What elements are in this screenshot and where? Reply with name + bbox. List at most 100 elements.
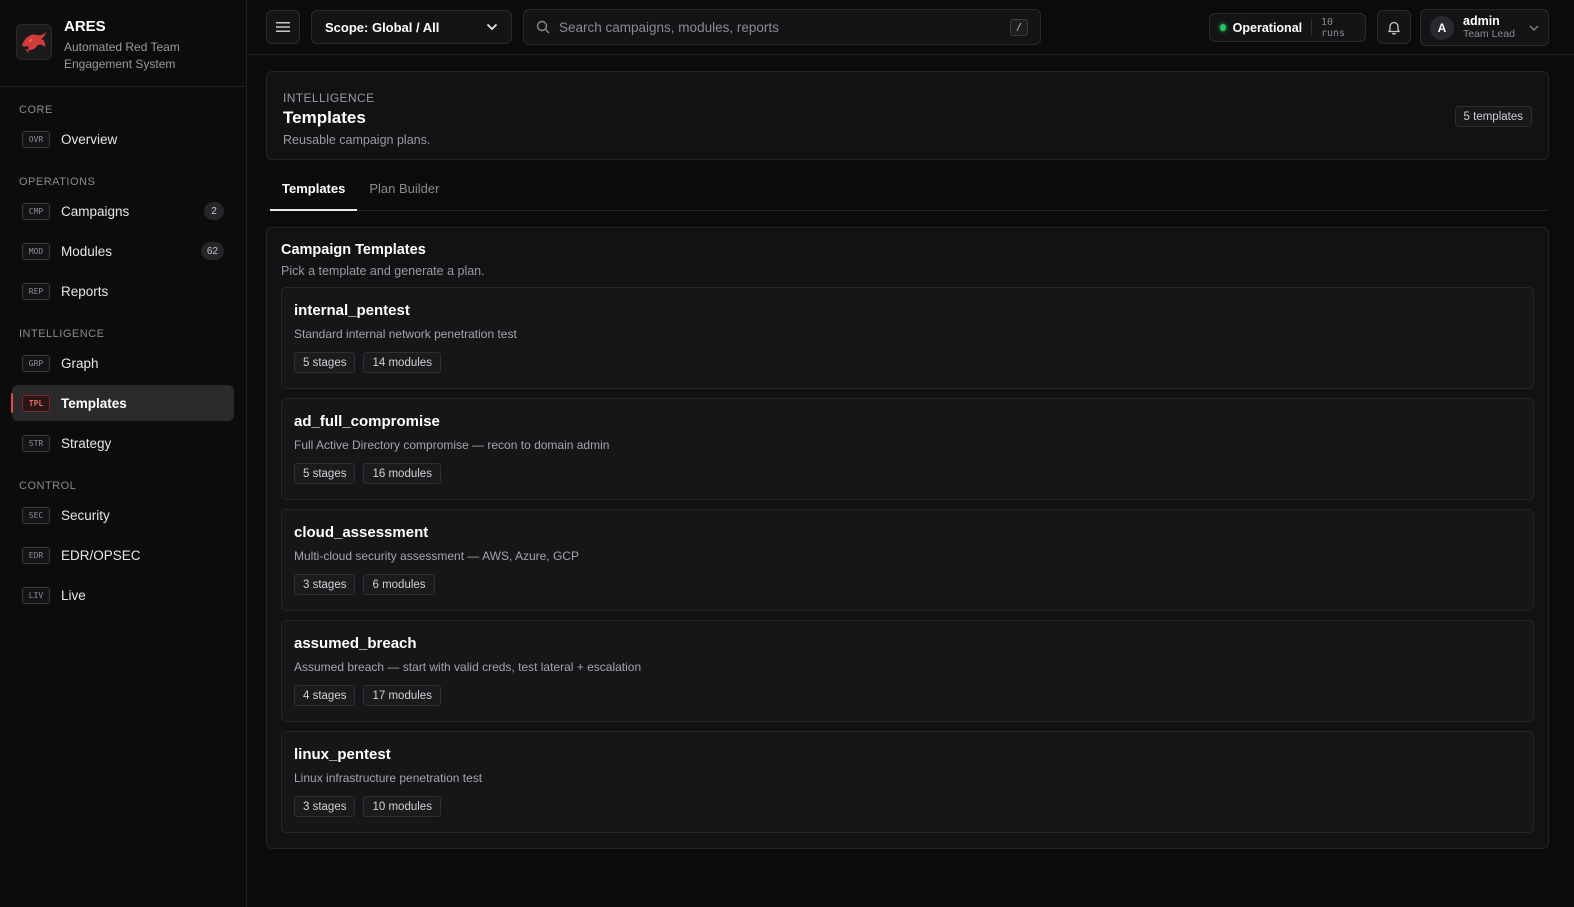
sidebar-item-templates[interactable]: TPL Templates: [11, 385, 234, 421]
sidebar-item-label: EDR/OPSEC: [61, 547, 141, 563]
stages-badge: 4 stages: [294, 685, 356, 706]
templates-code-icon: TPL: [22, 394, 50, 412]
nav-section-operations: OPERATIONS: [19, 176, 96, 188]
tab-templates[interactable]: Templates: [270, 179, 358, 211]
template-description: Assumed breach — start with valid creds,…: [294, 660, 642, 674]
campaign-templates-card: Campaign Templates Pick a template and g…: [266, 227, 1549, 849]
sidebar: ARES Automated Red Team Engagement Syste…: [0, 0, 247, 907]
brand-name: ARES: [64, 18, 106, 35]
templates-count-badge: 5 templates: [1454, 106, 1532, 127]
graph-code-icon: GRP: [22, 354, 50, 372]
sidebar-item-graph[interactable]: GRP Graph: [12, 345, 234, 381]
user-menu[interactable]: A admin Team Lead: [1420, 9, 1549, 46]
topbar: Scope: Global / All Search campaigns, mo…: [247, 0, 1574, 55]
page-subtitle: Reusable campaign plans.: [283, 133, 431, 147]
sidebar-item-campaigns[interactable]: CMP Campaigns 2: [12, 193, 234, 229]
modules-code-icon: MOD: [22, 242, 50, 260]
modules-badge: 16 modules: [363, 463, 441, 484]
sidebar-item-security[interactable]: SEC Security: [12, 497, 234, 533]
sidebar-item-label: Templates: [61, 395, 127, 411]
runs-count: 10 runs: [1320, 16, 1346, 39]
template-description: Standard internal network penetration te…: [294, 327, 517, 341]
reports-code-icon: REP: [22, 282, 50, 300]
main-content: INTELLIGENCE Templates Reusable campaign…: [266, 71, 1549, 849]
sidebar-item-label: Overview: [61, 131, 118, 147]
user-role: Team Lead: [1463, 28, 1515, 40]
template-item-linux-pentest[interactable]: linux_pentest Linux infrastructure penet…: [281, 731, 1534, 833]
status-label: Operational: [1232, 20, 1303, 35]
sidebar-item-label: Live: [61, 587, 86, 603]
avatar: A: [1430, 15, 1454, 40]
template-description: Full Active Directory compromise — recon…: [294, 438, 610, 452]
strategy-code-icon: STR: [22, 434, 50, 452]
sidebar-nav: CORE OVR Overview OPERATIONS CMP Campaig…: [0, 87, 246, 613]
search-placeholder: Search campaigns, modules, reports: [559, 19, 779, 35]
modules-count-badge: 62: [200, 242, 224, 260]
hamburger-icon: [276, 22, 290, 32]
brand-subtitle: Automated Red Team Engagement System: [64, 40, 180, 71]
sidebar-item-live[interactable]: LIV Live: [12, 577, 234, 613]
brand: ARES Automated Red Team Engagement Syste…: [0, 0, 246, 87]
template-name: linux_pentest: [294, 746, 391, 763]
chevron-down-icon: [1529, 25, 1539, 31]
status-divider: [1311, 19, 1312, 36]
user-name: admin: [1463, 14, 1500, 28]
tab-bar: Templates Plan Builder: [266, 179, 1549, 211]
modules-badge: 6 modules: [363, 574, 435, 595]
scope-select[interactable]: Scope: Global / All: [311, 10, 512, 44]
status-indicator[interactable]: Operational 10 runs: [1209, 13, 1366, 42]
notifications-button[interactable]: [1377, 10, 1411, 44]
sidebar-item-label: Graph: [61, 355, 99, 371]
template-name: ad_full_compromise: [294, 413, 440, 430]
template-item-cloud-assessment[interactable]: cloud_assessment Multi-cloud security as…: [281, 509, 1534, 611]
tab-plan-builder[interactable]: Plan Builder: [357, 179, 451, 211]
stages-badge: 3 stages: [294, 574, 356, 595]
sidebar-item-label: Strategy: [61, 435, 112, 451]
sidebar-item-label: Modules: [61, 243, 113, 259]
edr-code-icon: EDR: [22, 546, 50, 564]
template-name: assumed_breach: [294, 635, 417, 652]
page-header: INTELLIGENCE Templates Reusable campaign…: [266, 71, 1549, 160]
card-subtitle: Pick a template and generate a plan.: [281, 264, 485, 278]
stages-badge: 5 stages: [294, 352, 356, 373]
overview-code-icon: OVR: [22, 130, 50, 148]
template-item-assumed-breach[interactable]: assumed_breach Assumed breach — start wi…: [281, 620, 1534, 722]
template-description: Multi-cloud security assessment — AWS, A…: [294, 549, 579, 563]
template-description: Linux infrastructure penetration test: [294, 771, 483, 785]
sidebar-item-edr-opsec[interactable]: EDR EDR/OPSEC: [12, 537, 234, 573]
template-name: cloud_assessment: [294, 524, 429, 541]
template-name: internal_pentest: [294, 302, 410, 319]
menu-button[interactable]: [266, 10, 300, 44]
search-icon: [536, 20, 550, 34]
sidebar-item-label: Security: [61, 507, 110, 523]
stages-badge: 5 stages: [294, 463, 356, 484]
template-item-ad-full-compromise[interactable]: ad_full_compromise Full Active Directory…: [281, 398, 1534, 500]
campaigns-count-badge: 2: [204, 202, 224, 220]
chevron-down-icon: [486, 23, 498, 31]
live-code-icon: LIV: [22, 586, 50, 604]
sidebar-item-strategy[interactable]: STR Strategy: [12, 425, 234, 461]
sidebar-item-modules[interactable]: MOD Modules 62: [12, 233, 234, 269]
status-dot-icon: [1220, 24, 1226, 31]
search-shortcut-key: /: [1010, 18, 1028, 36]
modules-badge: 14 modules: [363, 352, 441, 373]
template-item-internal-pentest[interactable]: internal_pentest Standard internal netwo…: [281, 287, 1534, 389]
sidebar-item-overview[interactable]: OVR Overview: [12, 121, 234, 157]
bell-icon: [1388, 21, 1400, 35]
sidebar-item-label: Reports: [61, 283, 109, 299]
nav-section-control: CONTROL: [19, 480, 77, 492]
scope-label: Scope: Global / All: [325, 19, 440, 35]
dragon-icon[interactable]: [16, 24, 52, 60]
breadcrumb: INTELLIGENCE: [283, 91, 375, 105]
page-title: Templates: [283, 108, 366, 127]
campaigns-code-icon: CMP: [22, 202, 50, 220]
sidebar-item-label: Campaigns: [61, 203, 130, 219]
modules-badge: 10 modules: [363, 796, 441, 817]
nav-section-intelligence: INTELLIGENCE: [19, 328, 105, 340]
nav-section-core: CORE: [19, 104, 53, 116]
sidebar-item-reports[interactable]: REP Reports: [12, 273, 234, 309]
modules-badge: 17 modules: [363, 685, 441, 706]
card-title: Campaign Templates: [281, 242, 426, 258]
search-input[interactable]: Search campaigns, modules, reports /: [523, 9, 1041, 45]
stages-badge: 3 stages: [294, 796, 356, 817]
